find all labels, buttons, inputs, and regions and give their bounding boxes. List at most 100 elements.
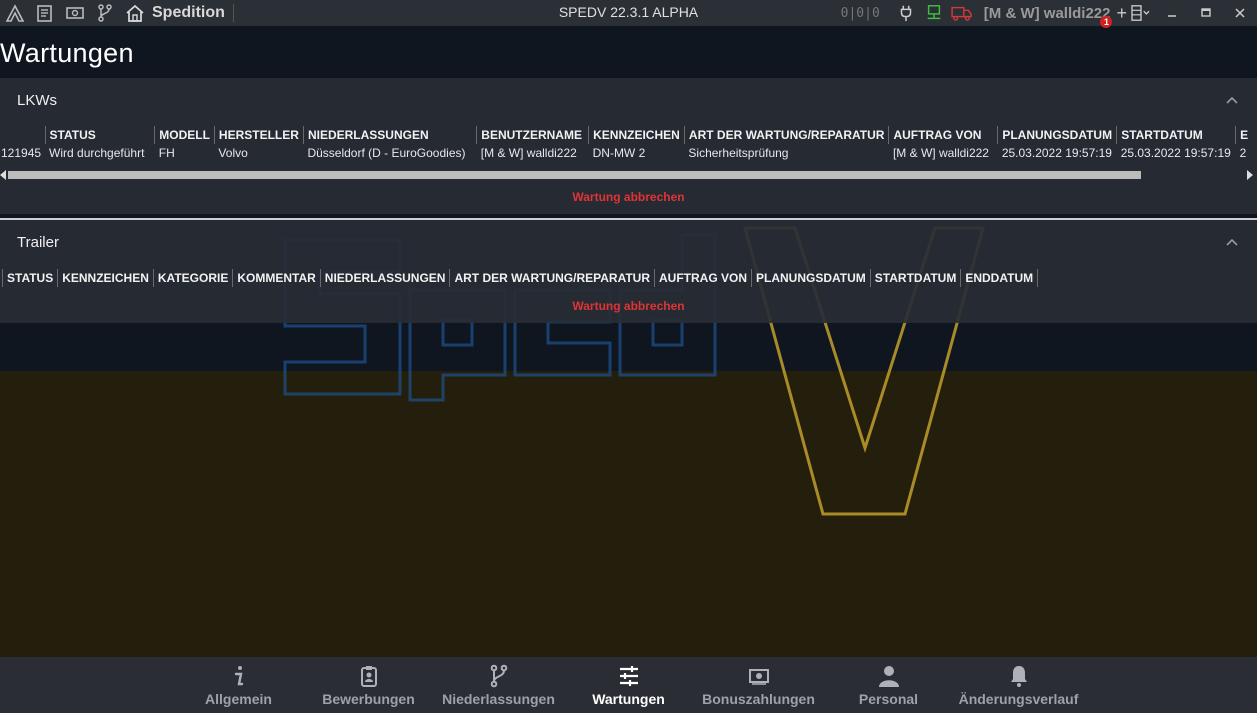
- cell-startdatum: 25.03.2022 19:57:19: [1120, 146, 1231, 160]
- nav-item-personal[interactable]: Personal: [824, 657, 954, 713]
- column-header-hersteller[interactable]: HERSTELLER: [213, 126, 304, 144]
- trailer-panel-title: Trailer: [17, 233, 59, 251]
- column-header-auftrag-von[interactable]: AUFTRAG VON: [654, 269, 752, 287]
- cell-status: Wird durchgeführt: [49, 146, 145, 160]
- close-button[interactable]: [1223, 0, 1257, 26]
- branch-icon[interactable]: [90, 0, 120, 26]
- nav-label: Wartungen: [592, 691, 665, 707]
- nav-item-bonuszahlungen[interactable]: Bonuszahlungen: [694, 657, 824, 713]
- truck-icon[interactable]: [948, 0, 976, 26]
- cancel-maintenance-trailer-button[interactable]: Wartung abbrechen: [0, 299, 1257, 313]
- cell-enddatum: 2: [1239, 146, 1247, 160]
- scroll-right-arrow-icon[interactable]: [1247, 170, 1253, 180]
- nav-label: Allgemein: [205, 691, 272, 707]
- trailer-panel: Trailer STATUS KENNZEICHEN KATEGORIE KOM…: [0, 218, 1257, 323]
- add-icon[interactable]: +: [1116, 3, 1127, 24]
- chevron-up-icon[interactable]: [1225, 93, 1239, 107]
- lkw-table: STATUS MODELL HERSTELLER NIEDERLASSUNGEN…: [0, 126, 1257, 162]
- column-header-kommentar[interactable]: KOMMENTAR: [232, 269, 321, 287]
- trailer-table-container: STATUS KENNZEICHEN KATEGORIE KOMMENTAR N…: [1, 269, 1039, 287]
- cell-benutzername: [M & W] walldi222: [480, 146, 577, 160]
- minimize-button[interactable]: [1155, 0, 1189, 26]
- document-list-icon[interactable]: [30, 0, 60, 26]
- column-header-planungsdatum[interactable]: PLANUNGSDATUM: [997, 126, 1117, 144]
- page-title: Wartungen: [0, 38, 134, 68]
- layout-dropdown-icon[interactable]: [1127, 0, 1155, 26]
- branch-icon: [486, 663, 512, 689]
- scroll-left-arrow-icon[interactable]: [0, 170, 6, 180]
- trailer-table-header-row: STATUS KENNZEICHEN KATEGORIE KOMMENTAR N…: [1, 269, 1039, 287]
- column-header-art[interactable]: ART DER WARTUNG/REPARATUR: [449, 269, 655, 287]
- cell-kennzeichen: DN-MW 2: [592, 146, 646, 160]
- plug-icon[interactable]: [892, 0, 920, 26]
- lkw-table-container: STATUS MODELL HERSTELLER NIEDERLASSUNGEN…: [0, 126, 1257, 162]
- cancel-maintenance-lkw-button[interactable]: Wartung abbrechen: [0, 190, 1257, 204]
- id-badge-icon: [356, 663, 382, 689]
- cell-niederlassung: Düsseldorf (D - EuroGoodies): [307, 146, 466, 160]
- title-bar: Spedition SPEDV 22.3.1 ALPHA 0|0|0 [M & …: [0, 0, 1257, 28]
- column-header-benutzername[interactable]: BENUTZERNAME: [476, 126, 589, 144]
- maximize-button[interactable]: [1189, 0, 1223, 26]
- nav-item-bewerbungen[interactable]: Bewerbungen: [304, 657, 434, 713]
- cell-modell: FH: [158, 146, 175, 160]
- column-header-startdatum[interactable]: STARTDATUM: [869, 269, 961, 287]
- column-header-status[interactable]: STATUS: [44, 126, 155, 144]
- notification-badge: 1: [1100, 15, 1113, 28]
- column-header-auftrag-von[interactable]: AUFTRAG VON: [888, 126, 998, 144]
- titlebar-nav-icons: [0, 0, 150, 26]
- nav-item-aenderungsverlauf[interactable]: Änderungsverlauf: [954, 657, 1084, 713]
- cell-id: 121945: [1, 146, 42, 160]
- status-counter: 0|0|0: [840, 5, 880, 21]
- scrollbar-thumb[interactable]: [8, 171, 1141, 179]
- info-icon: [226, 663, 252, 689]
- column-header-kennzeichen[interactable]: KENNZEICHEN: [57, 269, 154, 287]
- lkw-panel: LKWs STATUS MODELL HERSTELLER NIEDERLASS…: [0, 78, 1257, 214]
- column-header-modell[interactable]: MODELL: [154, 126, 215, 144]
- background-lower: [0, 371, 1257, 657]
- money-icon: [746, 663, 772, 689]
- chevron-up-icon[interactable]: [1225, 235, 1239, 249]
- column-header-niederlassungen[interactable]: NIEDERLASSUNGEN: [319, 269, 450, 287]
- lkw-panel-header[interactable]: LKWs: [0, 78, 1257, 122]
- nav-item-wartungen[interactable]: Wartungen: [564, 657, 694, 713]
- column-header-enddatum[interactable]: ENDDATUM: [960, 269, 1039, 287]
- lkw-table-header-row: STATUS MODELL HERSTELLER NIEDERLASSUNGEN…: [0, 126, 1257, 144]
- trailer-table: STATUS KENNZEICHEN KATEGORIE KOMMENTAR N…: [1, 269, 1039, 287]
- network-icon[interactable]: [920, 0, 948, 26]
- column-header-kategorie[interactable]: KATEGORIE: [152, 269, 233, 287]
- bell-icon: [1006, 663, 1032, 689]
- trailer-panel-header[interactable]: Trailer: [0, 220, 1257, 264]
- column-header-planungsdatum[interactable]: PLANUNGSDATUM: [751, 269, 871, 287]
- money-icon[interactable]: [60, 0, 90, 26]
- nav-label: Bewerbungen: [322, 691, 415, 707]
- bottom-navigation: Allgemein Bewerbungen Niederlassungen Wa…: [0, 657, 1257, 713]
- cell-auftrag-von: [M & W] walldi222: [892, 146, 989, 160]
- nav-item-allgemein[interactable]: Allgemein: [174, 657, 304, 713]
- table-row[interactable]: 121945 Wird durchgeführt FH Volvo Düssel…: [0, 144, 1257, 162]
- nav-label: Änderungsverlauf: [958, 691, 1079, 707]
- cell-hersteller: Volvo: [218, 146, 248, 160]
- home-icon[interactable]: [120, 0, 150, 26]
- nav-label: Niederlassungen: [442, 691, 555, 707]
- sliders-icon: [616, 663, 642, 689]
- section-name: Spedition: [152, 4, 234, 22]
- lkw-panel-title: LKWs: [17, 91, 58, 109]
- column-header-kennzeichen[interactable]: KENNZEICHEN: [588, 126, 685, 144]
- column-header-niederlassungen[interactable]: NIEDERLASSUNGEN: [302, 126, 477, 144]
- titlebar-right: 0|0|0 [M & W] walldi222 1 +: [840, 0, 1257, 28]
- column-header-art[interactable]: ART DER WARTUNG/REPARATUR: [683, 126, 889, 144]
- column-header-enddatum[interactable]: E: [1235, 126, 1257, 144]
- nav-label: Bonuszahlungen: [702, 691, 815, 707]
- column-header-id: [0, 126, 45, 144]
- horizontal-scrollbar[interactable]: [0, 169, 1257, 181]
- user-name-label: [M & W] walldi222: [983, 4, 1111, 22]
- nav-label: Personal: [858, 691, 919, 707]
- cell-planungsdatum: 25.03.2022 19:57:19: [1001, 146, 1112, 160]
- person-icon: [876, 663, 902, 689]
- spedv-logo-icon[interactable]: [0, 0, 30, 26]
- cell-art: Sicherheitsprüfung: [688, 146, 789, 160]
- column-header-startdatum[interactable]: STARTDATUM: [1116, 126, 1236, 144]
- user-name[interactable]: [M & W] walldi222 1: [983, 4, 1113, 28]
- column-header-status[interactable]: STATUS: [1, 269, 58, 287]
- nav-item-niederlassungen[interactable]: Niederlassungen: [434, 657, 564, 713]
